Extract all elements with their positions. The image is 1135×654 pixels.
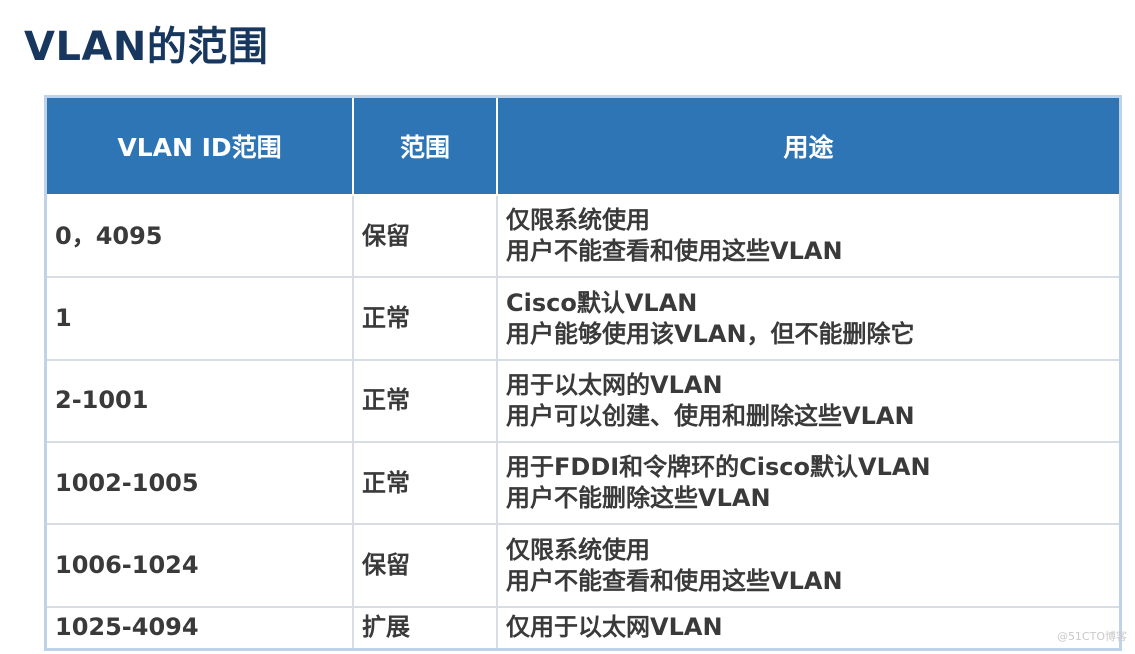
cell-vlan-id-range: 1025-4094 [47, 606, 354, 648]
cell-vlan-id-range: 1006-1024 [47, 524, 354, 608]
table-row: 2-1001 正常 用于以太网的VLAN 用户可以创建、使用和删除这些VLAN [47, 359, 1119, 444]
usage-line: 用于以太网的VLAN [506, 370, 723, 399]
header-vlan-id-range: VLAN ID范围 [47, 98, 354, 196]
cell-usage: 用于FDDI和令牌环的Cisco默认VLAN 用户不能删除这些VLAN [497, 442, 1119, 526]
table-row: 1025-4094 扩展 仅用于以太网VLAN [47, 606, 1119, 648]
usage-line: 用户能够使用该VLAN，但不能删除它 [506, 319, 915, 348]
usage-line: 仅用于以太网VLAN [506, 613, 723, 642]
vlan-range-table: VLAN ID范围 范围 用途 0，4095 保留 仅限系统使用 用户不能查看和… [47, 98, 1119, 648]
cell-range: 正常 [353, 359, 498, 444]
cell-range: 正常 [353, 442, 498, 526]
header-range: 范围 [353, 98, 498, 196]
cell-vlan-id-range: 2-1001 [47, 359, 354, 444]
usage-line: 用户可以创建、使用和删除这些VLAN [506, 401, 915, 430]
usage-line: 仅限系统使用 [506, 206, 650, 235]
cell-usage: 仅用于以太网VLAN [497, 607, 1119, 648]
table-row: 1002-1005 正常 用于FDDI和令牌环的Cisco默认VLAN 用户不能… [47, 442, 1119, 526]
watermark: @51CTO博客 [1056, 630, 1127, 643]
usage-line: 用户不能删除这些VLAN [506, 484, 771, 513]
table-row: 1006-1024 保留 仅限系统使用 用户不能查看和使用这些VLAN [47, 524, 1119, 608]
cell-range: 保留 [353, 524, 498, 608]
cell-range: 正常 [353, 277, 498, 361]
usage-line: 用户不能查看和使用这些VLAN [506, 237, 843, 266]
cell-usage: Cisco默认VLAN 用户能够使用该VLAN，但不能删除它 [497, 277, 1119, 361]
usage-line: Cisco默认VLAN [506, 288, 698, 317]
table-row: 0，4095 保留 仅限系统使用 用户不能查看和使用这些VLAN [47, 195, 1119, 279]
usage-line: 用户不能查看和使用这些VLAN [506, 566, 843, 595]
page-title: VLAN的范围 [24, 24, 269, 70]
usage-line: 用于FDDI和令牌环的Cisco默认VLAN [506, 453, 931, 482]
table-row: 1 正常 Cisco默认VLAN 用户能够使用该VLAN，但不能删除它 [47, 277, 1119, 361]
usage-line: 仅限系统使用 [506, 535, 650, 564]
cell-vlan-id-range: 0，4095 [47, 195, 354, 279]
cell-vlan-id-range: 1 [47, 277, 354, 361]
cell-usage: 用于以太网的VLAN 用户可以创建、使用和删除这些VLAN [497, 359, 1119, 444]
header-usage: 用途 [497, 98, 1119, 196]
vlan-range-table-container: VLAN ID范围 范围 用途 0，4095 保留 仅限系统使用 用户不能查看和… [44, 95, 1122, 651]
cell-usage: 仅限系统使用 用户不能查看和使用这些VLAN [497, 195, 1119, 279]
cell-usage: 仅限系统使用 用户不能查看和使用这些VLAN [497, 524, 1119, 608]
cell-range: 保留 [353, 195, 498, 279]
table-header-row: VLAN ID范围 范围 用途 [47, 98, 1119, 196]
cell-vlan-id-range: 1002-1005 [47, 442, 354, 526]
cell-range: 扩展 [353, 606, 498, 648]
